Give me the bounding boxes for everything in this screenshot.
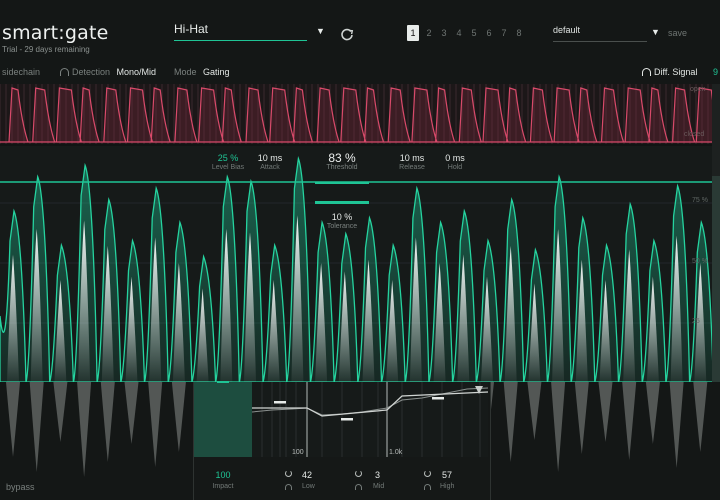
- impact-meter[interactable]: [194, 382, 252, 457]
- preset-dropdown-caret-icon[interactable]: ▼: [316, 26, 325, 36]
- preset-dropdown[interactable]: Hi-Hat: [174, 22, 307, 41]
- mode-label: Mode: [174, 67, 197, 77]
- hold-value[interactable]: 0 ms: [430, 153, 480, 163]
- high-band-handle: [432, 397, 444, 400]
- attack-label: Attack: [260, 164, 280, 171]
- logo: smart:gate: [2, 22, 109, 44]
- mid-band-handle: [341, 418, 353, 421]
- scale-50: 50 %: [692, 258, 708, 265]
- gate-envelope-line: [0, 87, 714, 143]
- slot-4[interactable]: 4: [454, 25, 464, 41]
- detection-control[interactable]: Detection Mono/Mid: [60, 67, 156, 77]
- high-power-icon[interactable]: [424, 470, 431, 477]
- slot-8[interactable]: 8: [514, 25, 524, 41]
- mid-label: Mid: [373, 483, 385, 490]
- output-meter-fill: [712, 176, 720, 382]
- headphones-icon: [642, 68, 651, 76]
- tolerance-label: Tolerance: [326, 223, 358, 230]
- detection-value[interactable]: Mono/Mid: [117, 67, 157, 77]
- sidechain-button[interactable]: sidechain: [2, 67, 40, 77]
- hold-label: Hold: [447, 164, 463, 171]
- low-value[interactable]: 42: [302, 470, 312, 480]
- headphones-icon[interactable]: [60, 68, 69, 76]
- scale-75: 75 %: [692, 197, 708, 204]
- low-headphones-icon[interactable]: [285, 484, 292, 490]
- slot-5[interactable]: 5: [469, 25, 479, 41]
- trial-notice: Trial - 29 days remaining: [2, 45, 90, 54]
- mode-control[interactable]: Mode Gating: [174, 67, 230, 77]
- gate-open-label: open: [690, 86, 706, 93]
- threshold-value[interactable]: 83 %: [300, 151, 384, 165]
- low-band-handle: [274, 401, 286, 404]
- mid-headphones-icon[interactable]: [355, 484, 362, 490]
- impact-label: Impact: [212, 483, 234, 490]
- crossover-high-freq[interactable]: 1.0k: [389, 449, 402, 456]
- high-label: High: [440, 483, 455, 490]
- save-button[interactable]: save: [668, 28, 687, 38]
- slot-7[interactable]: 7: [499, 25, 509, 41]
- attack-value[interactable]: 10 ms: [245, 153, 295, 163]
- scale-25: 25: [692, 318, 700, 325]
- impact-value[interactable]: 100: [198, 470, 248, 480]
- preset-slots: 1 2 3 4 5 6 7 8: [407, 25, 524, 41]
- threshold-label: Threshold: [326, 164, 358, 171]
- mid-power-icon[interactable]: [355, 470, 362, 477]
- impact-marker[interactable]: [217, 381, 229, 383]
- mode-value[interactable]: Gating: [203, 67, 230, 77]
- bypass-button[interactable]: bypass: [6, 482, 35, 492]
- diff-signal-toggle[interactable]: Diff. Signal: [642, 67, 697, 77]
- slot-6[interactable]: 6: [484, 25, 494, 41]
- band-eq-graph[interactable]: [252, 382, 488, 457]
- high-value[interactable]: 57: [442, 470, 452, 480]
- gate-closed-label: closed: [684, 131, 705, 138]
- high-headphones-icon[interactable]: [424, 484, 431, 490]
- slot-3[interactable]: 3: [439, 25, 449, 41]
- low-power-icon[interactable]: [285, 470, 292, 477]
- threshold-handle[interactable]: [315, 182, 369, 184]
- slot-1[interactable]: 1: [407, 25, 419, 41]
- tolerance-handle[interactable]: [315, 201, 369, 204]
- settings-dropdown[interactable]: default: [553, 25, 647, 42]
- crossover-low-freq[interactable]: 100: [292, 449, 304, 456]
- slot-2[interactable]: 2: [424, 25, 434, 41]
- settings-dropdown-caret-icon[interactable]: ▼: [651, 27, 660, 37]
- low-label: Low: [302, 483, 315, 490]
- reload-icon[interactable]: [340, 27, 354, 41]
- tolerance-value[interactable]: 10 %: [300, 212, 384, 222]
- mid-value[interactable]: 3: [375, 470, 380, 480]
- output-value: 9: [713, 67, 719, 77]
- detection-label: Detection: [72, 67, 111, 77]
- diff-signal-label: Diff. Signal: [654, 67, 698, 77]
- gate-envelope-display: [0, 84, 714, 144]
